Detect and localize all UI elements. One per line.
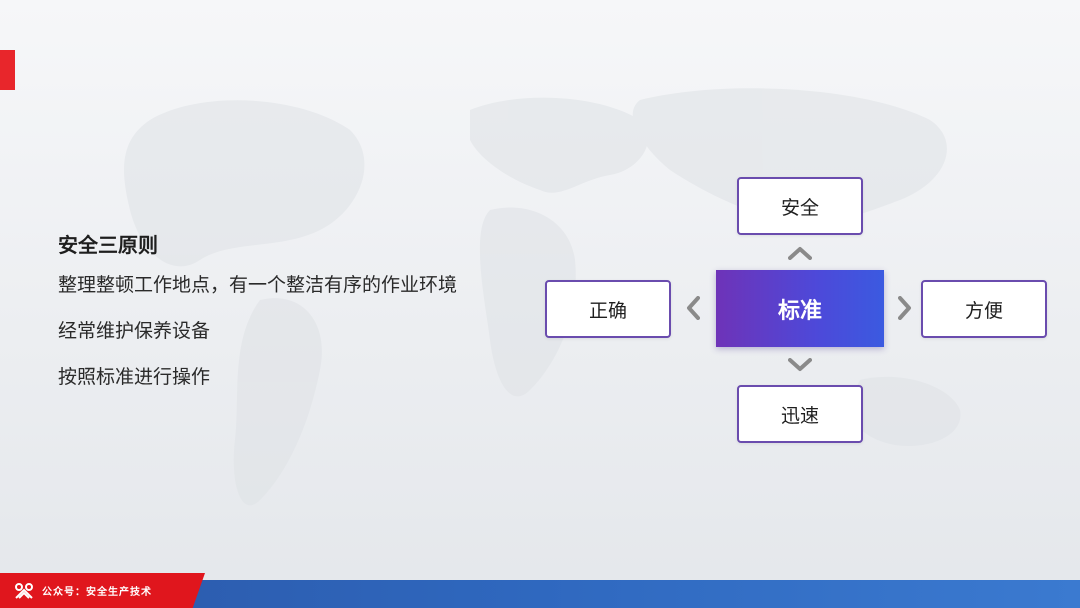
footer-account-text: 公众号：安全生产技术 (42, 587, 152, 598)
chevron-up-icon (788, 247, 812, 260)
bottom-box-fast: 迅速 (737, 385, 863, 443)
chevron-down-icon (788, 358, 812, 371)
chevron-right-icon (898, 296, 911, 320)
principle-line-2: 经常维护保养设备 (58, 320, 211, 342)
principles-text-block: 安全三原则 整理整顿工作地点，有一个整洁有序的作业环境 经常维护保养设备 按照标… (58, 228, 457, 400)
right-box-convenient: 方便 (921, 280, 1047, 338)
center-box-standard: 标准 (716, 270, 884, 347)
chevron-left-icon (687, 296, 700, 320)
left-box-correct: 正确 (545, 280, 671, 338)
principle-line-3: 按照标准进行操作 (58, 366, 211, 388)
red-accent-bar (0, 50, 15, 90)
principle-line-1: 整理整顿工作地点，有一个整洁有序的作业环境 (58, 274, 458, 296)
footer-logo-icon (15, 583, 33, 599)
slide-heading: 安全三原则 (58, 233, 158, 257)
top-box-safety: 安全 (737, 177, 863, 235)
